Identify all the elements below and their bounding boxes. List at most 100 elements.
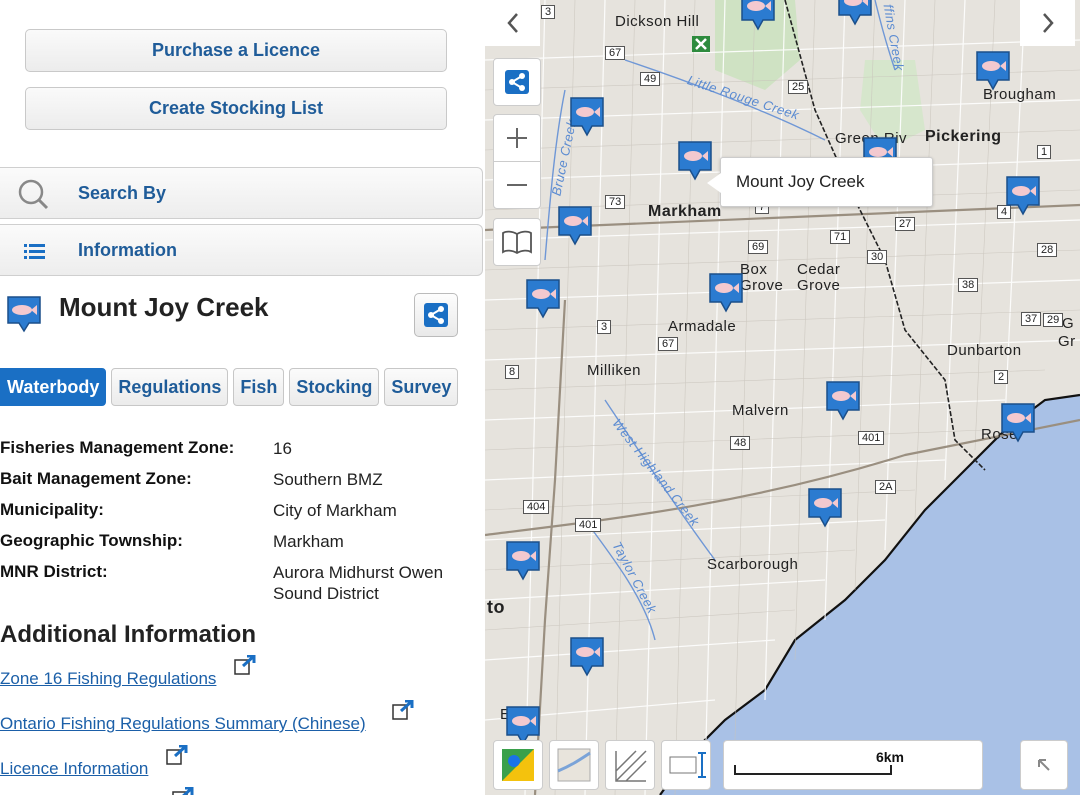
waterbody-info: Fisheries Management Zone: 16 Bait Manage… xyxy=(0,438,480,604)
tab-survey[interactable]: Survey xyxy=(384,368,459,406)
tab-waterbody[interactable]: Waterbody xyxy=(0,368,107,406)
create-stocking-list-button[interactable]: Create Stocking List xyxy=(25,87,447,130)
tab-regulations[interactable]: Regulations xyxy=(111,368,229,406)
fish-marker[interactable] xyxy=(740,0,776,34)
map-label-malvern: Malvern xyxy=(732,402,789,419)
highway-shield: 30 xyxy=(867,250,888,264)
fish-marker[interactable] xyxy=(557,205,593,249)
topo-map-icon xyxy=(557,748,591,782)
highway-shield: 1 xyxy=(1037,145,1052,159)
map-label-dunbarton: Dunbarton xyxy=(947,342,1022,359)
fish-marker[interactable] xyxy=(525,278,561,322)
purchase-licence-button[interactable]: Purchase a Licence xyxy=(25,29,447,72)
highway-shield: 2A xyxy=(875,480,897,494)
fish-marker[interactable] xyxy=(505,540,541,584)
search-icon xyxy=(18,179,49,210)
highway-shield: 67 xyxy=(605,46,626,60)
highway-shield: 404 xyxy=(523,500,550,514)
info-row: Geographic Township: Markham xyxy=(0,531,480,562)
info-row: MNR District: Aurora Midhurst Owen Sound … xyxy=(0,562,480,604)
info-key: Geographic Township: xyxy=(0,531,183,550)
search-by-label: Search By xyxy=(78,182,167,203)
map-share-button[interactable] xyxy=(493,58,541,106)
info-value: Markham xyxy=(273,532,344,551)
map-label-scarborough: Scarborough xyxy=(707,556,799,573)
share-button[interactable] xyxy=(414,293,458,337)
highway-shield: 28 xyxy=(1037,243,1058,257)
map-label-to: to xyxy=(487,597,505,617)
info-key: MNR District: xyxy=(0,562,108,581)
next-arrow-button[interactable] xyxy=(1020,0,1075,46)
highway-shield: 69 xyxy=(748,240,769,254)
scale-bar: 6km xyxy=(723,740,983,790)
fish-marker-icon xyxy=(7,296,41,333)
fish-marker[interactable] xyxy=(1005,175,1041,219)
highway-shield: 2 xyxy=(994,370,1009,384)
zoom-in-button[interactable] xyxy=(493,114,541,162)
fish-marker[interactable] xyxy=(807,487,843,531)
fish-marker[interactable] xyxy=(569,96,605,140)
map-label-milliken: Milliken xyxy=(587,362,642,379)
fish-marker[interactable] xyxy=(569,636,605,680)
minus-icon xyxy=(507,184,527,186)
basemap-topo-button[interactable] xyxy=(549,740,599,790)
fish-marker[interactable] xyxy=(825,380,861,424)
additional-info-heading: Additional Information xyxy=(0,621,256,648)
grid-icon xyxy=(615,750,647,782)
scale-line xyxy=(734,765,892,775)
highway-shield: 67 xyxy=(658,337,679,351)
search-by-accordion[interactable]: Search By xyxy=(0,167,483,219)
info-row: Fisheries Management Zone: 16 xyxy=(0,438,480,469)
map-label-gr: Gr xyxy=(1058,333,1076,350)
info-value: Aurora Midhurst Owen Sound District xyxy=(273,563,444,603)
fish-marker[interactable] xyxy=(837,0,873,29)
fish-marker[interactable] xyxy=(975,50,1011,94)
basemap-imagery-button[interactable] xyxy=(493,740,543,790)
map-label-markham: Markham xyxy=(648,203,722,220)
highway-shield: 401 xyxy=(575,518,602,532)
prev-arrow-button[interactable] xyxy=(485,0,540,46)
list-icon xyxy=(24,244,45,259)
chevron-right-icon xyxy=(1042,13,1054,33)
info-key: Bait Management Zone: xyxy=(0,469,192,488)
external-link-icon xyxy=(234,655,256,675)
highway-shield: 8 xyxy=(505,365,520,379)
tab-stocking[interactable]: Stocking xyxy=(289,368,380,406)
tab-fish[interactable]: Fish xyxy=(233,368,285,406)
map-label-armadale: Armadale xyxy=(668,318,737,335)
information-label: Information xyxy=(78,239,177,260)
map-label-cedar-grove: Cedar Grove xyxy=(797,261,841,294)
map-tooltip: Mount Joy Creek xyxy=(707,157,933,207)
zoom-out-button[interactable] xyxy=(493,161,541,209)
info-row: Bait Management Zone: Southern BMZ xyxy=(0,469,480,500)
licence-information-link[interactable]: Licence Information xyxy=(0,759,148,779)
external-link-icon xyxy=(172,787,194,795)
map-view[interactable]: Dickson Hill Brougham Pickering Green Ri… xyxy=(485,0,1080,795)
fish-marker[interactable] xyxy=(1000,402,1036,446)
external-link-icon xyxy=(166,745,188,765)
zone-16-regulations-link[interactable]: Zone 16 Fishing Regulations xyxy=(0,669,216,689)
chevron-left-icon xyxy=(506,13,518,33)
share-icon xyxy=(505,70,529,94)
scale-ratio-button[interactable] xyxy=(661,740,711,790)
highway-shield: 401 xyxy=(858,431,885,445)
highway-shield: 73 xyxy=(605,195,626,209)
highway-shield: 3 xyxy=(597,320,612,334)
highway-shield: 27 xyxy=(895,217,916,231)
fish-marker[interactable] xyxy=(708,272,744,316)
legend-button[interactable] xyxy=(493,218,541,266)
highway-shield: 38 xyxy=(958,278,979,292)
grid-coordinates-button[interactable] xyxy=(605,740,655,790)
highway-shield: 3 xyxy=(541,5,556,19)
waterbody-title: Mount Joy Creek xyxy=(59,292,269,322)
chinese-regulations-summary-link[interactable]: Ontario Fishing Regulations Summary (Chi… xyxy=(0,714,366,734)
highway-shield: 49 xyxy=(640,72,661,86)
information-accordion[interactable]: Information xyxy=(0,224,483,276)
map-label-dickson-hill: Dickson Hill xyxy=(615,13,700,30)
info-key: Fisheries Management Zone: xyxy=(0,438,235,457)
book-icon xyxy=(502,230,532,255)
park-icon xyxy=(692,36,710,52)
map-label-box-grove: Box Grove xyxy=(740,261,784,294)
info-key: Municipality: xyxy=(0,500,104,519)
collapse-toolbar-button[interactable] xyxy=(1020,740,1068,790)
